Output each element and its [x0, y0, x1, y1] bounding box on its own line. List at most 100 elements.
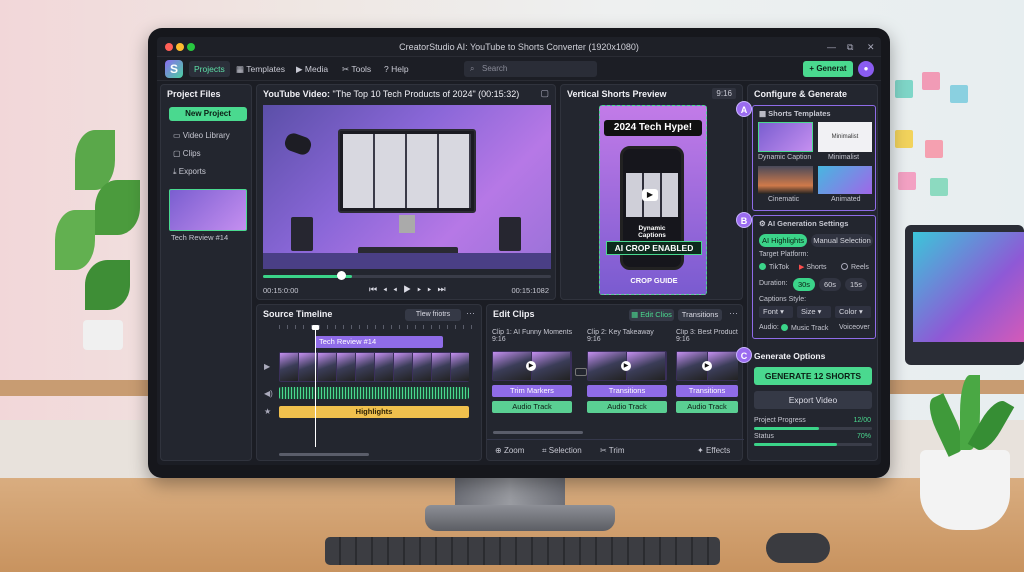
sidebar-item-clips[interactable]: ▢ Clips — [173, 149, 201, 158]
platform-shorts-label: Shorts — [806, 264, 827, 271]
audio-voiceover-label: Voiceover — [839, 324, 870, 331]
clips-scrollbar[interactable] — [493, 431, 583, 434]
restore-icon[interactable]: ⧉ — [847, 42, 853, 53]
selection-tool[interactable]: ⌗ Selection — [542, 446, 582, 456]
platform-tiktok[interactable]: TikTok — [759, 263, 789, 271]
rewind-icon[interactable]: ◂◂ — [383, 284, 403, 294]
duration-label: Duration: — [759, 280, 788, 287]
timeline-scrollbar[interactable] — [279, 453, 369, 456]
template-minimalist-thumb[interactable]: Minimalist — [818, 122, 872, 152]
radio-tiktok — [759, 263, 766, 270]
clip-1-trim-markers[interactable]: Trim Markers — [492, 385, 572, 397]
search-placeholder: Search — [482, 64, 508, 73]
video-title-value: "The Top 10 Tech Products of 2024" (00:1… — [332, 89, 520, 99]
scrubber-handle[interactable] — [337, 271, 346, 280]
template-dynamic-caption-thumb[interactable] — [758, 122, 813, 152]
close-icon[interactable]: ✕ — [867, 42, 875, 53]
video-track[interactable] — [279, 352, 469, 382]
clip-card-3[interactable]: Clip 3: Best Product 9:16 ▶ Transitions … — [676, 329, 742, 419]
template-animated-thumb[interactable] — [818, 166, 872, 194]
tab-tools[interactable]: ✂ Tools — [337, 61, 376, 77]
generate-button[interactable]: + Generat — [803, 61, 853, 77]
ai-settings-title: ⚙ AI Generation Settings — [759, 219, 848, 228]
export-video-button[interactable]: Export Video — [754, 391, 872, 409]
caption-color-label: Color — [839, 307, 857, 316]
caption-font-select[interactable]: Font ▾ — [759, 306, 793, 318]
clip-3-play-icon[interactable]: ▶ — [702, 361, 712, 371]
tab-templates[interactable]: ▦ Templates — [231, 61, 290, 77]
caption-size-select[interactable]: Size ▾ — [797, 306, 831, 318]
search-input[interactable]: ⌕ Search — [464, 61, 597, 77]
skip-forward-icon[interactable]: ⏭ — [437, 284, 451, 294]
clip-2-transitions[interactable]: Transitions — [587, 385, 667, 397]
play-icon: ▶ — [296, 64, 305, 74]
caption-color-select[interactable]: Color ▾ — [835, 306, 871, 318]
platform-reels[interactable]: Reels — [841, 263, 869, 271]
crop-frame[interactable]: 2024 Tech Hype! ▶ Dynamic Captions AI CR… — [599, 105, 707, 295]
tab-projects[interactable]: Projects — [189, 61, 230, 77]
video-scrubber[interactable] — [263, 275, 551, 278]
clip-3-transitions[interactable]: Transitions — [676, 385, 738, 397]
transitions-button[interactable]: Transitions — [678, 309, 722, 321]
preview-play-icon[interactable]: ▶ — [642, 189, 658, 201]
skip-back-icon[interactable]: ⏮ — [369, 284, 383, 294]
clip-link-icon — [575, 368, 587, 376]
time-current: 00:15:0:00 — [263, 286, 299, 295]
clip-1-name: Clip 1: AI Funny Moments — [492, 329, 573, 336]
project-progress-bar — [754, 427, 872, 430]
status-value: 70% — [856, 433, 871, 440]
clip-3-audio-track[interactable]: Audio Track — [676, 401, 738, 413]
duration-30s[interactable]: 30s — [793, 278, 815, 291]
edit-clips-title: Edit Clips — [493, 309, 535, 319]
trim-tool[interactable]: ✂ Trim — [600, 446, 624, 455]
clip-1-ratio: 9:16 — [492, 336, 506, 343]
clip-2-play-icon[interactable]: ▶ — [621, 361, 631, 371]
generate-shorts-button[interactable]: GENERATE 12 SHORTS — [754, 367, 872, 385]
project-thumbnail[interactable] — [169, 189, 247, 231]
new-project-button[interactable]: New Project — [169, 107, 247, 121]
clip-2-name: Clip 2: Key Takeaway — [587, 329, 654, 336]
tab-media[interactable]: ▶ Media — [291, 61, 333, 77]
manual-selection-toggle[interactable]: Manual Selection — [811, 234, 873, 247]
template-cinematic-thumb[interactable] — [758, 166, 813, 194]
clip-1-audio-track[interactable]: Audio Track — [492, 401, 572, 413]
clip-card-2[interactable]: Clip 2: Key Takeaway 9:16 ▶ Transitions … — [587, 329, 671, 419]
tab-help[interactable]: ? Help — [379, 61, 414, 77]
timeline-view-button[interactable]: Tlew friotrs — [405, 309, 461, 321]
selection-icon: ⌗ — [542, 446, 549, 455]
duration-15s[interactable]: 15s — [845, 278, 867, 291]
dynamic-captions-label: Dynamic Captions — [638, 225, 666, 239]
timeline-clip-label[interactable]: Tech Review #14 — [315, 336, 443, 348]
aspect-ratio-badge: 9:16 — [712, 88, 736, 99]
clip-2-audio-track[interactable]: Audio Track — [587, 401, 667, 413]
more-icon[interactable]: ⋯ — [466, 308, 475, 319]
clip-card-1[interactable]: Clip 1: AI Funny Moments 9:16 ▶ Trim Mar… — [492, 329, 576, 419]
audio-music-track[interactable]: Music Track — [781, 324, 828, 332]
fullscreen-icon[interactable]: ▢ — [540, 88, 549, 99]
sidebar-item-video-library[interactable]: ▭ Video Library — [173, 131, 230, 140]
audio-waveform[interactable] — [279, 387, 469, 399]
status-fill — [754, 443, 837, 446]
shorts-templates-section: ▦ Shorts Templates Dynamic Caption Minim… — [752, 105, 876, 211]
avatar[interactable]: ● — [858, 61, 874, 77]
edit-clips-button[interactable]: ▦ Edit Clios — [629, 309, 674, 321]
app-logo[interactable]: S — [165, 60, 183, 78]
audio-voiceover[interactable]: Voiceover — [839, 324, 870, 331]
platform-shorts[interactable]: ▶ Shorts — [799, 263, 827, 271]
playhead[interactable] — [315, 327, 316, 447]
play-icon[interactable]: ▶ — [403, 284, 417, 294]
clip-1-play-icon[interactable]: ▶ — [526, 361, 536, 371]
grid-icon: ▦ — [759, 109, 769, 118]
highlights-track[interactable]: Highlights — [279, 406, 469, 418]
source-timeline-panel: Source Timeline Tlew friotrs ⋯ Tech Revi… — [256, 304, 482, 461]
zoom-tool[interactable]: ⊕ Zoom — [495, 446, 524, 455]
forward-icon[interactable]: ▸▸ — [417, 284, 437, 294]
ai-highlights-toggle[interactable]: AI Highlights — [759, 234, 807, 247]
effects-tool[interactable]: ✦ Effects — [697, 446, 730, 455]
video-frame[interactable] — [263, 105, 551, 269]
duration-60s[interactable]: 60s — [819, 278, 841, 291]
minimize-icon[interactable]: — — [827, 42, 836, 52]
sidebar-item-exports[interactable]: ⤓ Exports — [173, 167, 206, 177]
audio-track-icon: ◀) — [264, 389, 273, 398]
more-icon[interactable]: ⋯ — [729, 308, 738, 319]
